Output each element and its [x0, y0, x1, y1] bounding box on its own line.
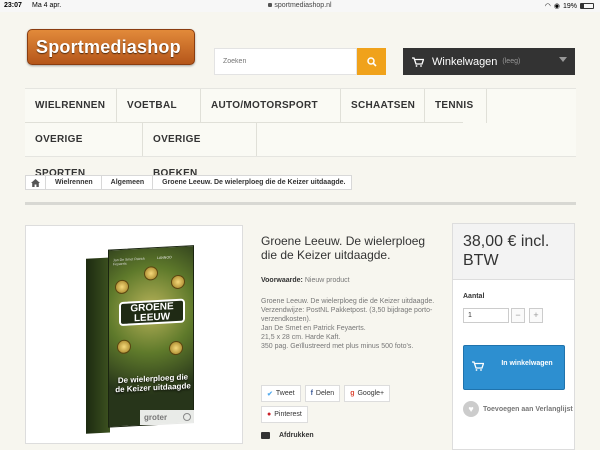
site-logo[interactable]: Sportmediashop	[27, 29, 195, 65]
breadcrumb-algemeen[interactable]: Algemeen	[102, 176, 154, 189]
google-label: Google+	[357, 390, 385, 397]
desc-line: 350 pag. Geïllustreerd met plus minus 50…	[261, 343, 414, 350]
nav-item-overige-sporten[interactable]: OVERIGE SPORTEN	[25, 123, 143, 179]
print-link[interactable]: Afdrukken	[261, 432, 314, 439]
cover-title: GROENE LEEUW	[119, 298, 185, 327]
add-to-cart-label: In winkelwagen	[501, 360, 553, 367]
condition-value: Nieuw product	[304, 277, 350, 284]
pinterest-label: Pinterest	[274, 411, 302, 418]
wifi-icon: ◠	[544, 3, 551, 10]
search-input[interactable]	[214, 48, 357, 75]
main-nav: WIELRENNEN VOETBAL AUTO/MOTORSPORT SCHAA…	[25, 88, 576, 179]
quantity-label: Aantal	[463, 293, 485, 300]
product-price: 38,00 € incl. BTW	[453, 224, 574, 280]
desc-line: Groene Leeuw. De wielerploeg die de Keiz…	[261, 298, 435, 305]
facebook-share-button[interactable]: f Delen	[304, 385, 341, 402]
cart-icon	[472, 360, 485, 374]
social-share: ✔ Tweet f Delen g Google+ ● Pinterest	[261, 385, 441, 423]
address-url: sportmediashop.nl	[274, 2, 332, 9]
chevron-down-icon	[559, 57, 567, 62]
tweet-label: Tweet	[275, 390, 295, 397]
lock-icon	[268, 3, 273, 8]
search-button[interactable]	[357, 48, 386, 75]
share-label: Delen	[315, 390, 335, 397]
twitter-icon: ✔	[267, 390, 273, 398]
home-icon	[31, 178, 40, 187]
cover-publisher: LANNOO	[157, 255, 172, 261]
breadcrumb: Wielrennen Algemeen Groene Leeuw. De wie…	[25, 175, 353, 190]
nav-item-tennis[interactable]: TENNIS	[425, 89, 487, 123]
cart-label: Winkelwagen	[432, 55, 498, 68]
nav-item-schaatsen[interactable]: SCHAATSEN	[341, 89, 425, 123]
medal-icon	[169, 340, 183, 356]
nav-item-overige-boeken[interactable]: OVERIGE BOEKEN	[143, 123, 257, 179]
cart-icon	[412, 56, 424, 67]
quantity-increase-button[interactable]: +	[529, 308, 543, 323]
nav-item-auto-motorsport[interactable]: AUTO/MOTORSPORT	[201, 89, 341, 123]
product-image-box[interactable]: Jan De Smet Patrick Feyaerts LANNOO GROE…	[25, 225, 243, 444]
enlarge-label: groter	[144, 413, 168, 422]
product-condition: Voorwaarde: Nieuw product	[261, 277, 350, 284]
trophy-icon	[144, 266, 158, 281]
status-right: ◠ ◉ 19%	[545, 2, 594, 10]
add-to-cart-button[interactable]: In winkelwagen	[463, 345, 565, 390]
ios-status-bar: 23:07 Ma 4 apr. sportmediashop.nl ◠ ◉ 19…	[0, 0, 600, 12]
breadcrumb-wielrennen[interactable]: Wielrennen	[46, 176, 102, 189]
pinterest-icon: ●	[267, 411, 272, 418]
google-plus-button[interactable]: g Google+	[344, 385, 391, 402]
buy-box: 38,00 € incl. BTW Aantal 1 − + In winkel…	[452, 223, 575, 450]
wishlist-label: Toevoegen aan Verlanglijst	[483, 405, 573, 413]
pinterest-button[interactable]: ● Pinterest	[261, 406, 308, 423]
nav-bottom-border	[25, 156, 576, 157]
battery-icon	[580, 3, 594, 9]
cart-state: (leeg)	[502, 58, 521, 65]
quantity-input[interactable]: 1	[463, 308, 509, 323]
breadcrumb-home[interactable]	[26, 176, 46, 189]
heart-icon: ♥	[463, 401, 479, 417]
desc-line: Verzendwijze: PostNL Pakketpost. (3,50 b…	[261, 307, 433, 323]
book-cover-image: Jan De Smet Patrick Feyaerts LANNOO GROE…	[86, 245, 194, 434]
desc-line: 21,5 x 28 cm. Harde Kaft.	[261, 334, 341, 341]
battery-percent: 19%	[562, 2, 577, 10]
google-plus-icon: g	[350, 390, 355, 397]
product-description: Groene Leeuw. De wielerploeg die de Keiz…	[261, 297, 441, 351]
breadcrumb-current: Groene Leeuw. De wielerploeg die de Keiz…	[162, 179, 346, 186]
wishlist-link[interactable]: ♥ Toevoegen aan Verlanglijst	[463, 401, 573, 417]
search-bar	[214, 48, 386, 75]
search-icon	[366, 56, 377, 67]
cover-subtitle: De wielerploeg die de Keizer uitdaagde	[115, 372, 191, 395]
cart-button[interactable]: Winkelwagen (leeg)	[403, 48, 575, 75]
medal-icon	[171, 274, 185, 290]
alarm-icon: ◉	[553, 3, 560, 10]
book-spine	[86, 257, 110, 434]
zoom-icon	[183, 413, 191, 421]
address-bar[interactable]: sportmediashop.nl	[0, 2, 600, 9]
condition-label: Voorwaarde:	[261, 277, 303, 284]
printer-icon	[261, 432, 270, 439]
medal-icon	[115, 279, 129, 295]
nav-item-voetbal[interactable]: VOETBAL	[117, 89, 201, 123]
print-label: Afdrukken	[279, 432, 314, 439]
section-divider	[25, 202, 576, 205]
book-cover: Jan De Smet Patrick Feyaerts LANNOO GROE…	[108, 245, 194, 428]
enlarge-button[interactable]: groter	[140, 410, 195, 425]
nav-item-wielrennen[interactable]: WIELRENNEN	[25, 89, 117, 123]
product-title: Groene Leeuw. De wielerploeg die de Keiz…	[261, 234, 426, 262]
medal-icon	[117, 339, 131, 355]
cover-authors: Jan De Smet Patrick Feyaerts	[113, 256, 145, 267]
desc-line: Jan De Smet en Patrick Feyaerts.	[261, 325, 366, 332]
quantity-decrease-button[interactable]: −	[511, 308, 525, 323]
facebook-icon: f	[310, 390, 313, 397]
tweet-button[interactable]: ✔ Tweet	[261, 385, 301, 402]
